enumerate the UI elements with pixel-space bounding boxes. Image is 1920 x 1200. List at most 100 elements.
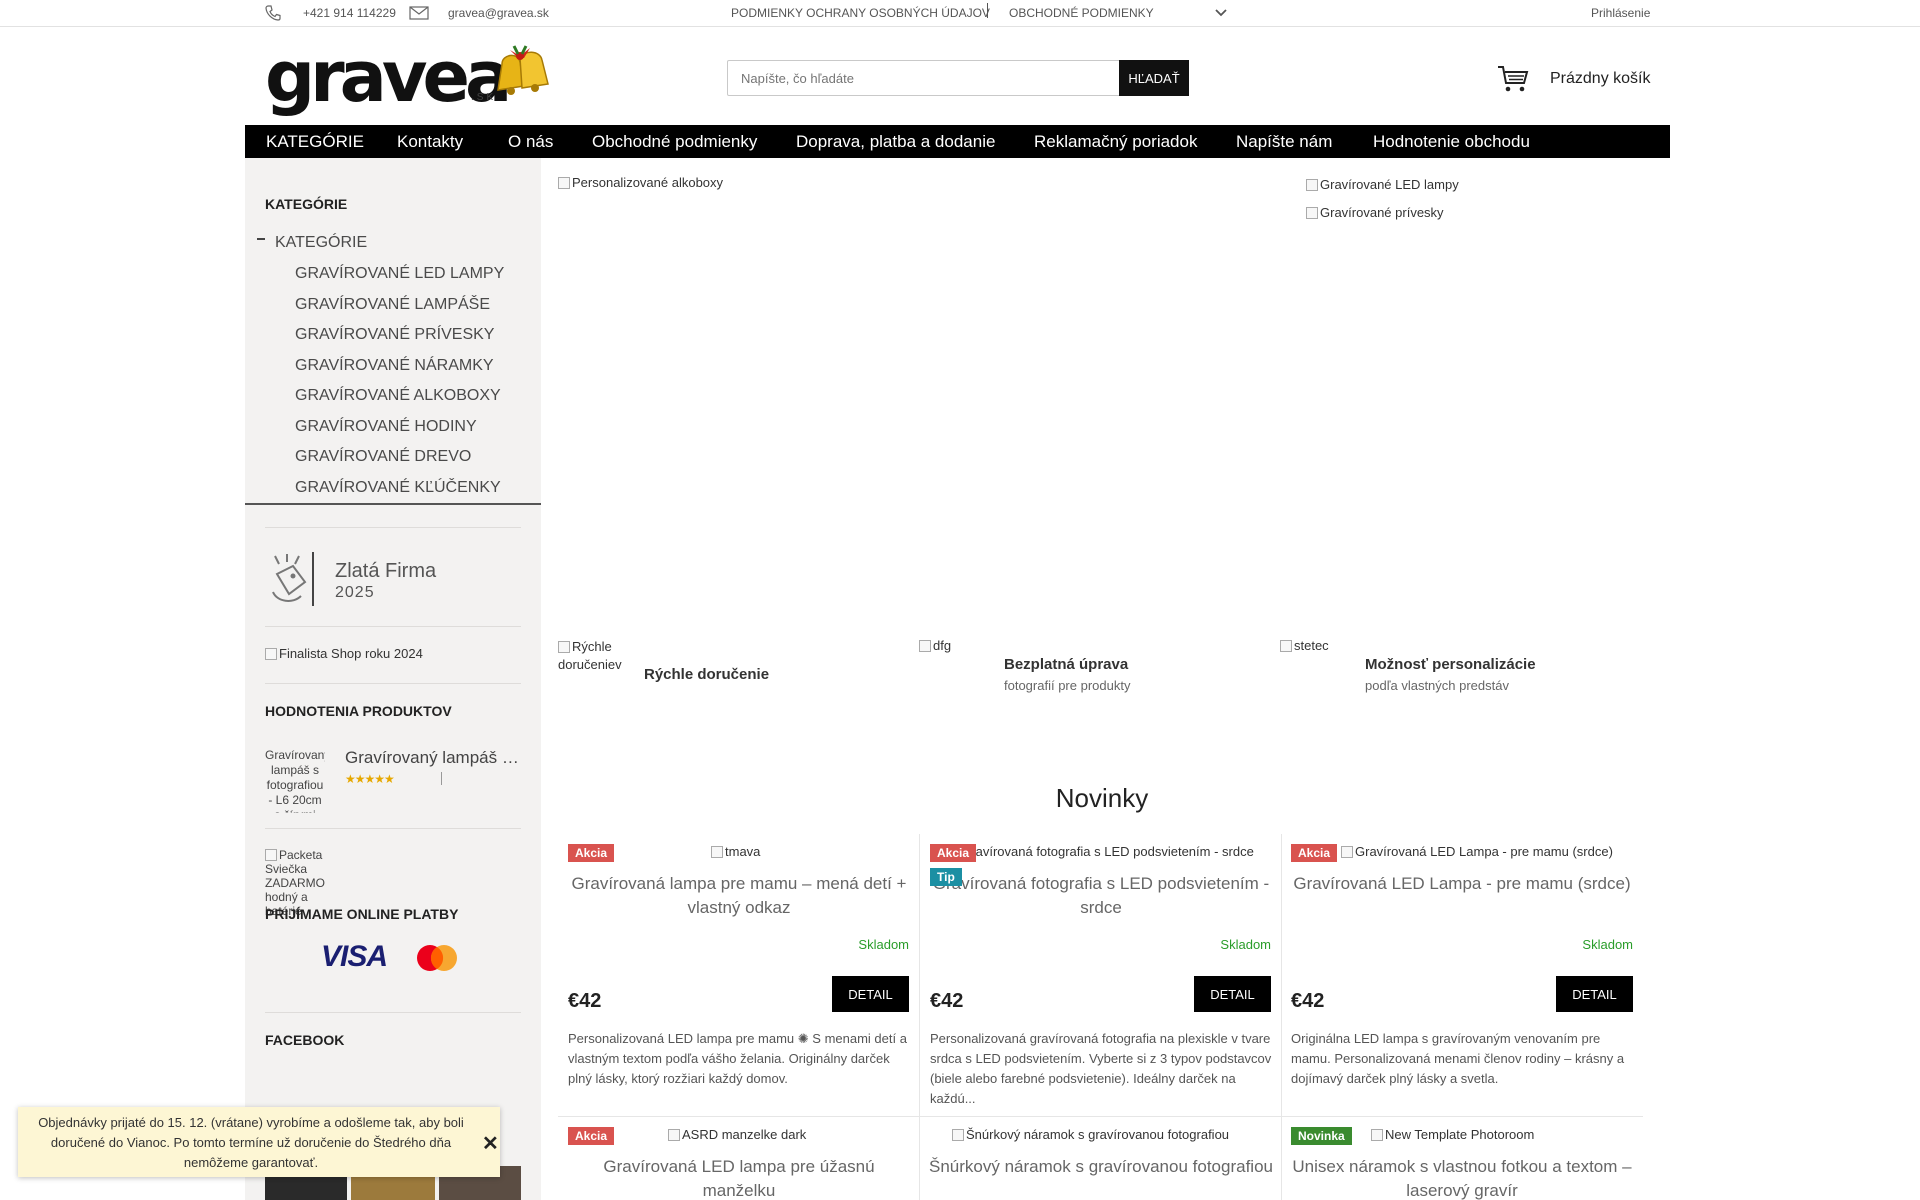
product-card[interactable]: Gravírovaná fotografia s LED podsvietení… — [920, 834, 1282, 1116]
product-image[interactable]: Gravírovaná LED Lampa - pre mamu (srdce) — [1341, 844, 1631, 859]
nav-item-shop-rating[interactable]: Hodnotenie obchodu — [1373, 132, 1530, 152]
product-card[interactable]: Akcia ASRD manzelke dark Gravírovaná LED… — [558, 1117, 920, 1200]
side-banner-1-alt: Gravírované LED lampy — [1320, 177, 1459, 192]
facebook-heading: FACEBOOK — [265, 1032, 345, 1048]
collapse-icon[interactable] — [257, 238, 265, 240]
award-badge[interactable]: Zlatá Firma 2025 — [265, 546, 465, 610]
sidebar: KATEGÓRIE KATEGÓRIE GRAVÍROVANÉ LED LAMP… — [245, 158, 541, 1200]
category-led-lamps[interactable]: GRAVÍROVANÉ LED LAMPY — [295, 265, 504, 283]
review-item[interactable]: Gravírovaný lampáš s fotografiou - L6 20… — [265, 748, 521, 813]
category-clocks[interactable]: GRAVÍROVANÉ HODINY — [295, 418, 477, 436]
broken-image-icon — [952, 1129, 964, 1141]
detail-button[interactable]: DETAIL — [1556, 976, 1633, 1012]
terms-link[interactable]: OBCHODNÉ PODMIENKY — [1009, 6, 1154, 20]
cart-link[interactable]: Prázdny košík — [1493, 64, 1653, 98]
feature-title: Rýchle doručenie — [644, 666, 770, 683]
nav-item-contacts[interactable]: Kontakty — [397, 132, 463, 152]
product-card[interactable]: Akcia Gravírovaná LED Lampa - pre mamu (… — [1281, 834, 1643, 1116]
section-title-novinky: Novinky — [1055, 783, 1149, 813]
nav-item-about[interactable]: O nás — [508, 132, 553, 152]
email-link[interactable]: gravea@gravea.sk — [448, 6, 549, 20]
product-image-alt: Gravírovaná LED Lampa - pre mamu (srdce) — [1355, 844, 1613, 859]
feature-title: Bezplatná úprava — [1004, 656, 1129, 673]
category-lanterns[interactable]: GRAVÍROVANÉ LAMPÁŠE — [295, 296, 490, 314]
logo-text: gravea — [265, 36, 512, 118]
product-card[interactable]: Novinka New Template Photoroom Unisex ná… — [1281, 1117, 1643, 1200]
feature-alt: stetec — [1294, 638, 1329, 653]
detail-button[interactable]: DETAIL — [1194, 976, 1271, 1012]
product-title[interactable]: Gravírovaná LED lampa pre úžasnú manželk… — [566, 1155, 912, 1200]
product-title[interactable]: Gravírovaná lampa pre mamu – mená detí +… — [566, 872, 912, 920]
close-icon[interactable]: ✕ — [482, 1131, 499, 1156]
nav-item-categories[interactable]: KATEGÓRIE — [266, 132, 364, 152]
search-button[interactable]: HĽADAŤ — [1119, 60, 1189, 96]
product-image[interactable]: Šnúrkový náramok s gravírovanou fotograf… — [952, 1127, 1272, 1142]
email-icon — [409, 6, 429, 20]
sale-badge: Akcia — [568, 844, 615, 862]
side-banner-2-alt: Gravírované prívesky — [1320, 205, 1444, 220]
category-root[interactable]: KATEGÓRIE — [275, 234, 367, 252]
broken-image-icon — [558, 641, 570, 653]
privacy-link[interactable]: PODMIENKY OCHRANY OSOBNÝCH ÚDAJOV — [731, 6, 990, 20]
product-card[interactable]: Akcia tmava Gravírovaná lampa pre mamu –… — [558, 834, 920, 1116]
broken-image-icon — [1341, 846, 1353, 858]
product-price: €42 — [930, 990, 964, 1012]
divider — [265, 626, 521, 627]
payments-heading: PRIJÍMAME ONLINE PLATBY — [265, 906, 459, 922]
product-title[interactable]: Šnúrkový náramok s gravírovanou fotograf… — [928, 1155, 1274, 1179]
product-image[interactable]: ASRD manzelke dark — [668, 1127, 908, 1142]
broken-image-icon — [1306, 179, 1318, 191]
broken-image-icon — [919, 640, 931, 652]
feature-subtitle: fotografií pre produkty — [1004, 678, 1131, 693]
nav-item-complaints[interactable]: Reklamačný poriadok — [1034, 132, 1197, 152]
feature-title: Možnosť personalizácie — [1365, 656, 1536, 673]
broken-image-icon — [558, 177, 570, 189]
chevron-down-icon[interactable] — [1214, 8, 1228, 18]
finalist-image[interactable]: Finalista Shop roku 2024 — [265, 646, 485, 661]
product-price: €42 — [568, 990, 602, 1012]
review-title: Gravírovaný lampáš … — [345, 748, 519, 767]
sale-badge: Akcia — [568, 1127, 615, 1145]
category-pendants[interactable]: GRAVÍROVANÉ PRÍVESKY — [295, 326, 494, 344]
nav-item-contact-us[interactable]: Napíšte nám — [1236, 132, 1332, 152]
christmas-delivery-notice: Objednávky prijaté do 15. 12. (vrátane) … — [18, 1107, 500, 1177]
side-banner-pendants[interactable]: Gravírované prívesky — [1306, 205, 1646, 227]
top-separator — [987, 3, 988, 18]
phone-link[interactable]: +421 914 114229 — [303, 6, 396, 20]
detail-button[interactable]: DETAIL — [832, 976, 909, 1012]
christmas-bells-icon — [497, 45, 549, 95]
category-keychains[interactable]: GRAVÍROVANÉ KĽÚČENKY — [295, 479, 501, 497]
product-title[interactable]: Gravírovaná LED Lampa - pre mamu (srdce) — [1289, 872, 1635, 896]
site-logo[interactable]: gravea .SK — [265, 36, 555, 118]
product-title[interactable]: Gravírovaná fotografia s LED podsvietení… — [928, 872, 1274, 920]
review-extra: Packeta Sviečka ZADARMO hodný a batérie — [265, 848, 329, 940]
login-link[interactable]: Prihlásenie — [1591, 6, 1650, 20]
product-title[interactable]: Unisex náramok s vlastnou fotkou a texto… — [1289, 1155, 1635, 1200]
category-bracelets[interactable]: GRAVÍROVANÉ NÁRAMKY — [295, 357, 494, 375]
product-image[interactable]: New Template Photoroom — [1371, 1127, 1631, 1142]
product-image[interactable]: Gravírovaná fotografia s LED podsvietení… — [928, 844, 1273, 859]
feature-image: stetec — [1280, 638, 1350, 653]
side-banner-led-lamps[interactable]: Gravírované LED lampy — [1306, 177, 1646, 199]
visa-logo: VISA — [321, 940, 388, 973]
award-icon — [272, 552, 314, 606]
product-image-alt: ASRD manzelke dark — [682, 1127, 807, 1142]
review-extra-alt: Packeta — [279, 848, 323, 862]
nav-item-terms[interactable]: Obchodné podmienky — [592, 132, 757, 152]
nav-item-shipping[interactable]: Doprava, platba a dodanie — [796, 132, 995, 152]
review-separator — [441, 772, 442, 785]
product-card[interactable]: Šnúrkový náramok s gravírovanou fotograf… — [920, 1117, 1282, 1200]
reviews-heading: HODNOTENIA PRODUKTOV — [265, 703, 452, 719]
feature-image: Rýchle doručeniev — [558, 638, 636, 678]
phone-icon — [265, 5, 281, 21]
product-price: €42 — [1291, 990, 1325, 1012]
finalist-alt: Finalista Shop roku 2024 — [279, 646, 423, 661]
category-wood[interactable]: GRAVÍROVANÉ DREVO — [295, 448, 471, 466]
search-input[interactable] — [728, 61, 1118, 95]
broken-image-icon — [1280, 640, 1292, 652]
product-image[interactable]: tmava — [711, 844, 891, 859]
category-alcoboxes[interactable]: GRAVÍROVANÉ ALKOBOXY — [295, 387, 501, 405]
cart-icon — [1498, 66, 1529, 92]
main-banner[interactable]: Personalizované alkoboxy — [558, 175, 1298, 635]
notice-text: Objednávky prijaté do 15. 12. (vrátane) … — [38, 1115, 464, 1170]
